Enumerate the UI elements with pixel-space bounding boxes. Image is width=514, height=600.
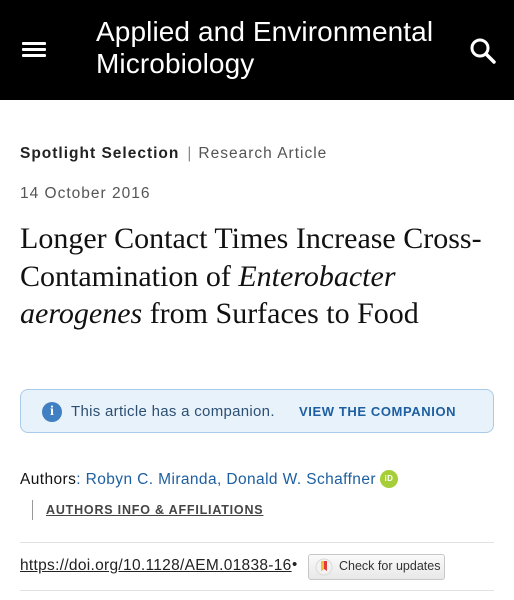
search-icon[interactable] [468, 36, 498, 66]
journal-title[interactable]: Applied and Environmental Microbiology [96, 16, 456, 80]
article-type-line: Spotlight Selection | Research Article [20, 145, 327, 163]
bullet-separator: • [292, 556, 298, 573]
author-link[interactable]: Robyn C. Miranda [86, 471, 217, 488]
hamburger-menu-icon[interactable] [22, 38, 48, 60]
author-link[interactable]: Donald W. Schaffner [226, 471, 375, 488]
crossmark-icon [315, 558, 333, 576]
authors-line: Authors: Robyn C. Miranda, Donald W. Sch… [20, 470, 398, 489]
doi-link[interactable]: https://doi.org/10.1128/AEM.01838-16 [20, 557, 292, 575]
companion-banner: i This article has a companion. VIEW THE… [20, 389, 494, 433]
article-title: Longer Contact Times Increase Cross-Cont… [20, 220, 490, 333]
article-type-secondary: Research Article [198, 145, 328, 162]
orcid-icon[interactable]: iD [379, 470, 398, 488]
divider [20, 542, 494, 543]
authors-colon: : [76, 471, 81, 488]
article-title-part2: from Surfaces to Food [142, 297, 419, 330]
type-separator: | [187, 145, 193, 162]
check-for-updates-label: Check for updates [339, 559, 441, 573]
article-type-primary: Spotlight Selection [20, 145, 180, 162]
top-navigation-bar: Applied and Environmental Microbiology [0, 0, 514, 100]
info-icon: i [42, 402, 62, 422]
authors-info-affiliations-link[interactable]: AUTHORS INFO & AFFILIATIONS [32, 500, 263, 520]
view-companion-link[interactable]: VIEW THE COMPANION [299, 404, 456, 419]
authors-label: Authors [20, 471, 77, 488]
author-separator: , [216, 471, 222, 488]
publication-date: 14 October 2016 [20, 185, 151, 202]
companion-text: This article has a companion. [71, 403, 275, 420]
divider [20, 590, 494, 591]
check-for-updates-button[interactable]: Check for updates [308, 554, 445, 580]
